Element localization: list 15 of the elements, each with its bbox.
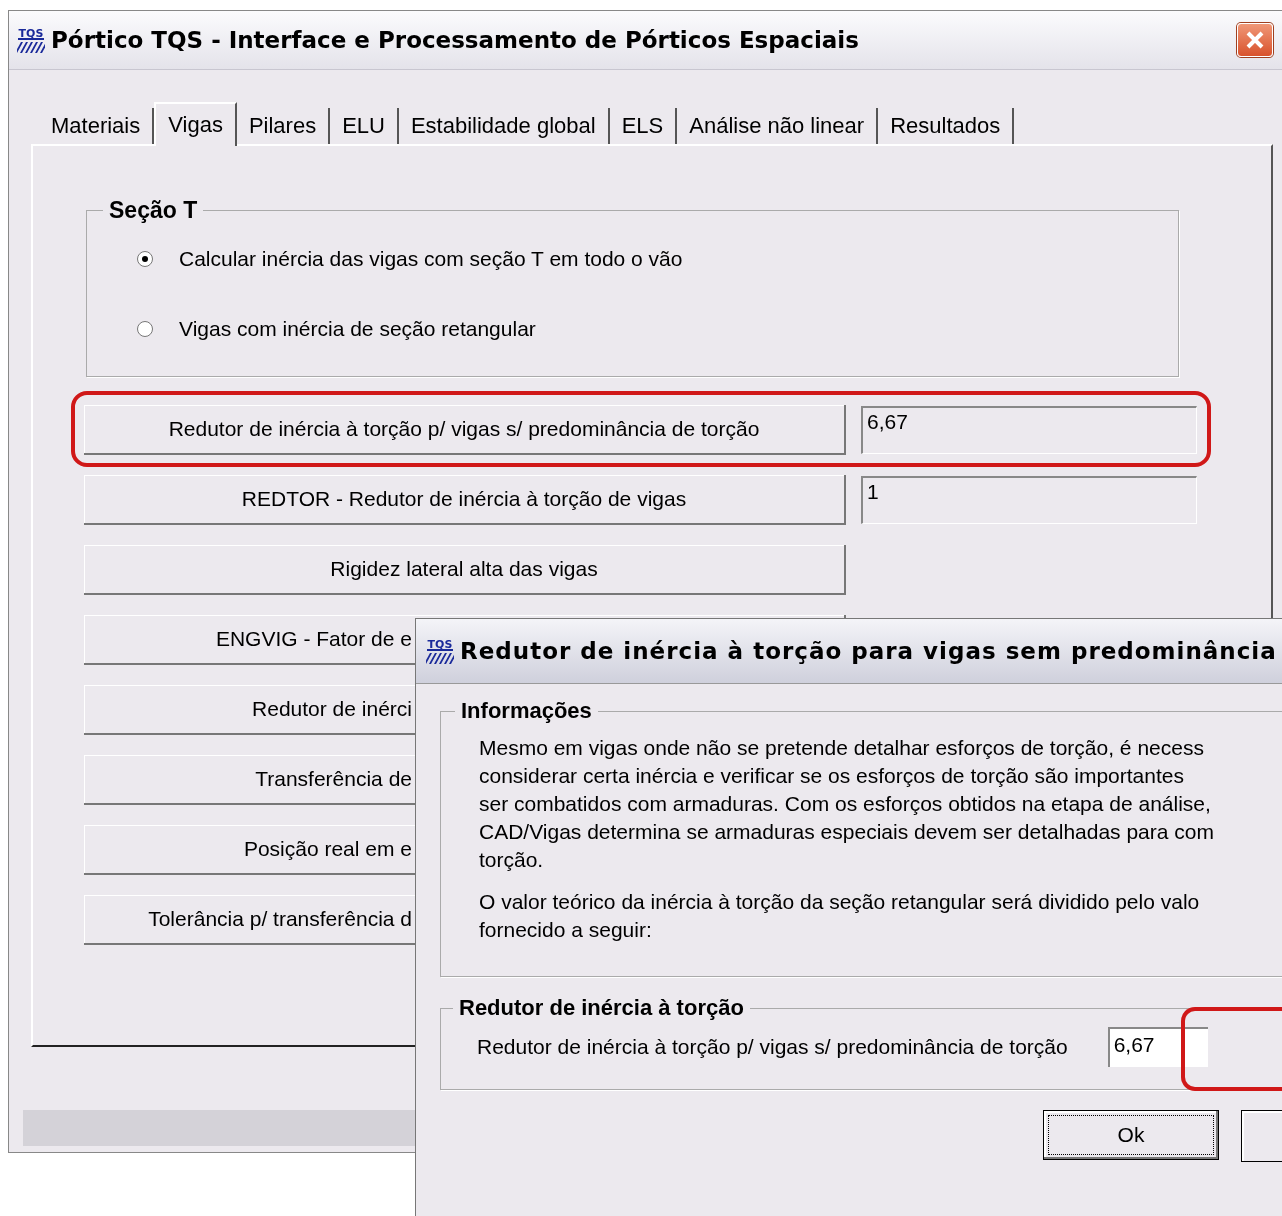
- field-label: Redutor de inércia à torção p/ vigas s/ predominância de torção: [477, 1035, 1068, 1059]
- info-text: considerar certa inércia e verificar se os esforços de torção são importantes: [479, 763, 1185, 789]
- radio-label: Calcular inércia das vigas com seção T em todo o vão: [179, 247, 683, 271]
- info-text: CAD/Vigas determina se armaduras especiais devem ser detalhadas para com: [479, 819, 1215, 845]
- group-title: Redutor de inércia à torção: [458, 995, 745, 1021]
- info-text: torção.: [479, 847, 545, 873]
- info-text: ser combatidos com armaduras. Com os esforços obtidos na etapa de análise,: [479, 791, 1212, 817]
- group-title: Informações: [460, 698, 593, 724]
- info-text: fornecido a seguir:: [479, 917, 653, 943]
- window-title: Pórtico TQS - Interface e Processamento de Pórticos Espaciais: [51, 27, 860, 53]
- group-title: Seção T: [108, 197, 199, 224]
- info-text: Mesmo em vigas onde não se pretende detalhar esforços de torção, é necess: [479, 735, 1205, 761]
- radio-label: Vigas com inércia de seção retangular: [179, 317, 536, 341]
- dialog-title: Redutor de inércia à torção para vigas sem predominância: [460, 638, 1277, 664]
- info-text: O valor teórico da inércia à torção da seção retangular será dividido pelo valo: [479, 889, 1201, 915]
